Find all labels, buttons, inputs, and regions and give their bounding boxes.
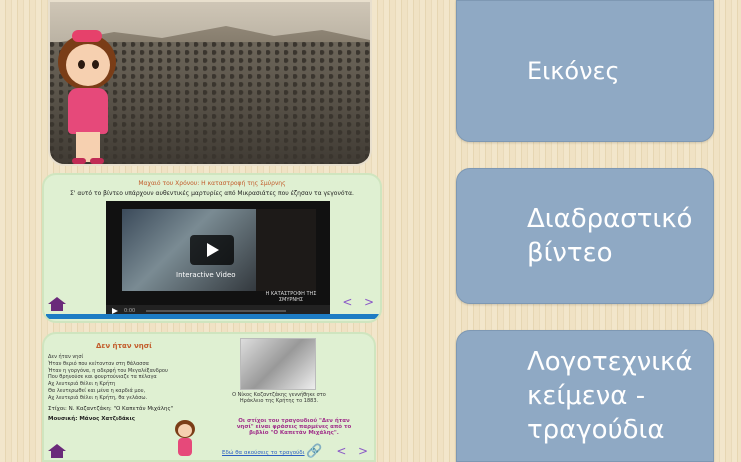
lit-button-label-line3: τραγούδια xyxy=(527,415,665,445)
images-button[interactable]: Εικόνες xyxy=(456,0,714,142)
next-button[interactable]: > xyxy=(364,295,374,309)
seek-bar[interactable] xyxy=(146,310,286,312)
next-button[interactable]: > xyxy=(358,444,368,458)
play-button[interactable] xyxy=(190,235,234,265)
lit-button-label-line2: κείμενα - xyxy=(527,381,646,411)
photo-caption: Ο Νίκος Καζαντζάκης γεννήθηκε στο Ηράκλε… xyxy=(232,392,326,404)
player-caption: Η ΚΑΤΑΣΤΡΟΦΗ ΤΗΣ ΣΜΥΡΝΗΣ xyxy=(265,291,317,303)
verse-line: Ήταν θεριό που κείτονταν στη θάλασσα xyxy=(48,360,149,367)
prev-button[interactable]: < xyxy=(342,295,352,309)
poem-title: Δεν ήταν νησί xyxy=(96,342,152,350)
verse-line: Δεν ήταν νησί xyxy=(48,354,84,360)
literary-card[interactable]: Δεν ήταν νησί Δεν ήταν νησί Ήταν θεριό π… xyxy=(42,332,376,462)
images-button-label: Εικόνες xyxy=(527,57,620,85)
video-card-subtitle: Σ' αυτό το βίντεο υπάρχουν αυθεντικές μα… xyxy=(70,190,354,197)
kazantzakis-photo xyxy=(240,338,316,390)
video-button-label-line2: βίντεο xyxy=(527,238,613,268)
nav-arrows: < > xyxy=(342,295,374,309)
video-button-label-line1: Διαδραστικό xyxy=(527,204,693,234)
listen-song-link[interactable]: Εδώ θα ακούσεις το τραγούδι xyxy=(222,450,305,456)
girl-small-character xyxy=(172,420,198,460)
home-icon[interactable] xyxy=(48,297,66,311)
verse-line: Θα λευτερωθεί και μένα η καρδιά μου, xyxy=(48,387,146,394)
interactive-video-button[interactable]: Διαδραστικό βίντεο xyxy=(456,168,714,304)
song-note: Οι στίχοι του τραγουδιού "Δεν ήταν νησί"… xyxy=(236,418,352,436)
literary-texts-button[interactable]: Λογοτεχνικά κείμενα - τραγούδια xyxy=(456,330,714,462)
video-player[interactable]: Interactive Video Η ΚΑΤΑΣΤΡΟΦΗ ΤΗΣ ΣΜΥΡΝ… xyxy=(106,201,330,317)
verse-line: Αχ λευτεριά θέλει η Κρήτη xyxy=(48,381,116,388)
nav-arrows: < > xyxy=(336,444,368,458)
poem-verses: Δεν ήταν νησί Ήταν θεριό που κείτονταν σ… xyxy=(48,354,218,402)
play-icon xyxy=(207,243,219,257)
video-card-title: Μαχαιό του Χρόνου: Η καταστροφή της Σμύρ… xyxy=(138,180,286,187)
home-icon[interactable] xyxy=(48,444,66,458)
interactive-video-card[interactable]: Μαχαιό του Χρόνου: Η καταστροφή της Σμύρ… xyxy=(42,173,382,323)
historic-photo-card[interactable] xyxy=(48,0,372,166)
player-label: Interactive Video xyxy=(176,271,236,279)
lit-button-label-line1: Λογοτεχνικά xyxy=(527,347,693,377)
prev-button[interactable]: < xyxy=(336,444,346,458)
girl-character xyxy=(52,30,124,164)
verse-line: Αχ λευτεριά θέλει η Κρήτη, θα γελάσω. xyxy=(48,394,148,401)
link-icon[interactable]: 🔗 xyxy=(306,444,322,459)
music-credit: Μουσική: Μάνος Χατζιδάκις xyxy=(48,416,136,422)
progress-strip xyxy=(46,314,380,319)
lyrics-credit: Στίχοι: Ν. Καζαντζάκη: "Ο Καπετάν Μιχάλη… xyxy=(48,406,174,412)
